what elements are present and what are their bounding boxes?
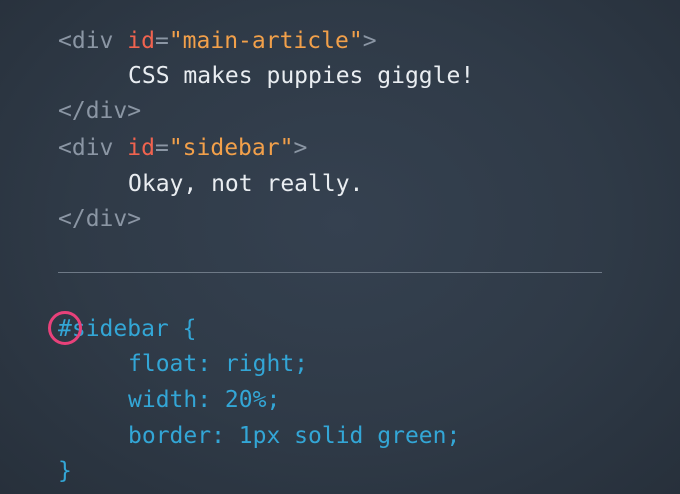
html-line-sidebar-close: </div>	[58, 203, 141, 235]
text-content: CSS makes puppies giggle!	[128, 63, 475, 89]
css-closing-brace: }	[58, 458, 72, 484]
tag-close: >	[293, 135, 308, 161]
tag-end: </div>	[58, 206, 142, 232]
html-line-main-article-close: </div>	[58, 95, 141, 127]
tag-close: >	[362, 28, 377, 54]
css-declaration-width: width: 20%;	[58, 384, 280, 416]
hash-highlight-circle	[48, 311, 82, 345]
css-declaration: border: 1px solid green;	[128, 423, 461, 449]
attribute-name: id	[127, 135, 155, 161]
attribute-value: "main-article"	[168, 28, 363, 54]
css-declaration: width: 20%;	[128, 387, 281, 413]
css-closing-brace-line: }	[58, 455, 72, 487]
attribute-value: "sidebar"	[168, 135, 294, 161]
css-declaration-float: float: right;	[58, 348, 308, 380]
text-content: Okay, not really.	[128, 171, 364, 197]
tag-open: <div	[58, 28, 114, 54]
html-line-sidebar-open: <div id="sidebar">	[58, 132, 307, 164]
html-line-sidebar-content: Okay, not really.	[58, 168, 363, 200]
html-line-main-article-content: CSS makes puppies giggle!	[58, 60, 474, 92]
tag-open: <div	[58, 135, 114, 161]
code-slide: <div id="main-article"> CSS makes puppie…	[58, 0, 680, 494]
css-declaration: float: right;	[128, 351, 309, 377]
tag-end: </div>	[58, 98, 142, 124]
equals-sign: =	[154, 135, 169, 161]
section-divider	[58, 272, 602, 273]
html-line-main-article-open: <div id="main-article">	[58, 25, 377, 57]
css-declaration-border: border: 1px solid green;	[58, 420, 460, 452]
attribute-name: id	[127, 28, 155, 54]
equals-sign: =	[154, 28, 169, 54]
